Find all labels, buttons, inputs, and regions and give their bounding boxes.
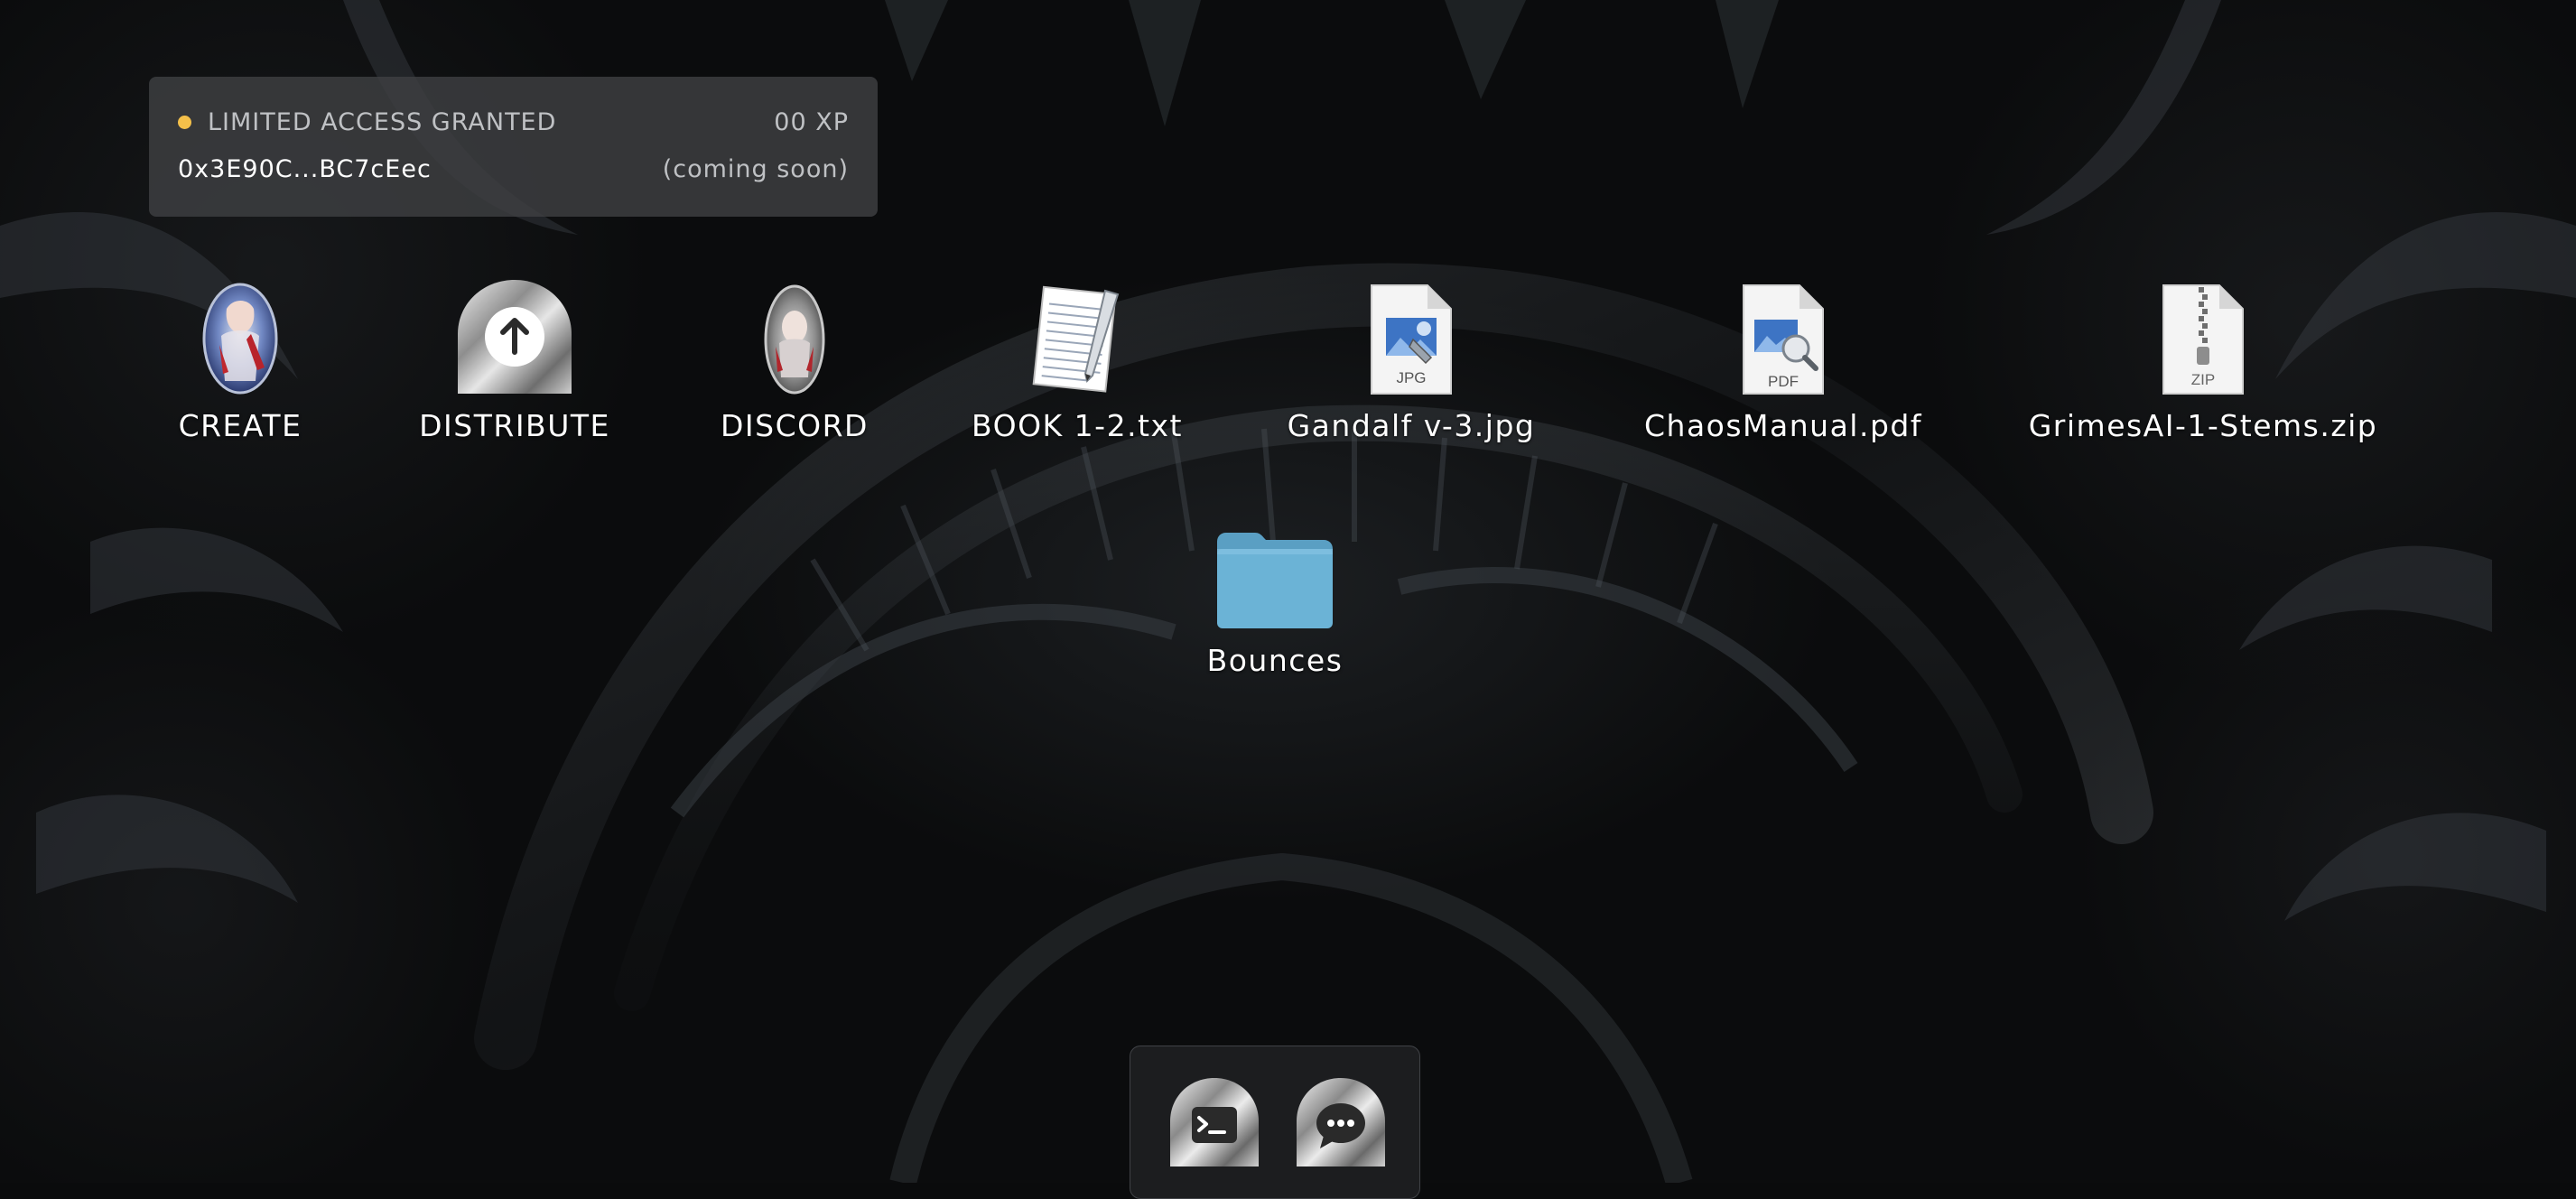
folder-icon xyxy=(1212,513,1338,630)
desktop-icon-bounces-folder[interactable]: Bounces xyxy=(1167,513,1383,678)
desktop-icon-discord[interactable]: DISCORD xyxy=(695,278,894,443)
desktop-icon-label: Bounces xyxy=(1206,643,1344,678)
access-status-panel: LIMITED ACCESS GRANTED 00 XP 0x3E90C...B… xyxy=(149,77,878,217)
desktop-icon-book-txt[interactable]: BOOK 1-2.txt xyxy=(960,278,1195,443)
dock xyxy=(1130,1046,1420,1199)
wallet-row: 0x3E90C...BC7cEec (coming soon) xyxy=(178,155,849,183)
access-status-row: LIMITED ACCESS GRANTED 00 XP xyxy=(178,108,849,136)
desktop-icon-gandalf-jpg[interactable]: JPG Gandalf v-3.jpg xyxy=(1276,278,1547,443)
pdf-file-icon: PDF xyxy=(1720,278,1846,395)
file-type-badge: PDF xyxy=(1768,373,1799,390)
xp-counter: 00 XP xyxy=(774,108,849,136)
desktop-icon-label: BOOK 1-2.txt xyxy=(972,408,1183,443)
desktop-icon-create[interactable]: CREATE xyxy=(141,278,339,443)
wallet-address[interactable]: 0x3E90C...BC7cEec xyxy=(178,155,432,183)
coming-soon-note: (coming soon) xyxy=(662,155,849,183)
access-status-left: LIMITED ACCESS GRANTED xyxy=(178,108,556,136)
desktop-icon-label: CREATE xyxy=(178,408,302,443)
file-type-badge: ZIP xyxy=(2191,371,2215,388)
chat-bubble-icon[interactable] xyxy=(1295,1076,1387,1168)
text-document-icon xyxy=(1014,278,1140,395)
terminal-icon[interactable] xyxy=(1168,1076,1260,1168)
zip-file-icon: ZIP xyxy=(2140,278,2266,395)
desktop-icon-label: Gandalf v-3.jpg xyxy=(1287,408,1536,443)
file-type-badge: JPG xyxy=(1396,369,1426,386)
character-portrait-icon xyxy=(731,278,858,395)
upload-arrow-icon xyxy=(451,278,578,395)
access-status-text: LIMITED ACCESS GRANTED xyxy=(208,108,557,136)
jpg-file-icon: JPG xyxy=(1348,278,1474,395)
status-indicator-dot xyxy=(178,116,191,129)
desktop-icon-label: DISCORD xyxy=(721,408,869,443)
desktop-icon-grimesai-zip[interactable]: ZIP GrimesAI-1-Stems.zip xyxy=(2023,278,2384,443)
desktop-icon-label: GrimesAI-1-Stems.zip xyxy=(2028,408,2378,443)
desktop-icon-distribute[interactable]: DISTRIBUTE xyxy=(415,278,614,443)
desktop-icon-label: DISTRIBUTE xyxy=(419,408,610,443)
character-portrait-icon xyxy=(177,278,303,395)
desktop-icon-label: ChaosManual.pdf xyxy=(1644,408,1922,443)
desktop-icon-chaosmanual-pdf[interactable]: PDF ChaosManual.pdf xyxy=(1639,278,1928,443)
